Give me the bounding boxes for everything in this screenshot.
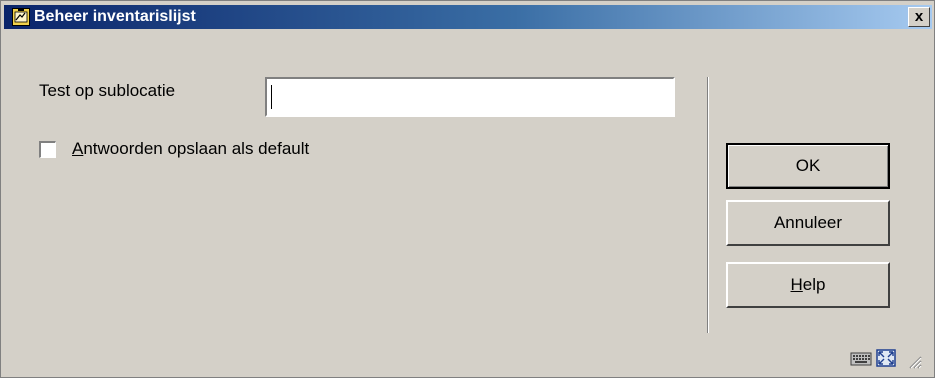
save-defaults-label-text: ntwoorden opslaan als default xyxy=(83,139,310,158)
resize-grip-icon[interactable] xyxy=(906,353,922,369)
window-title: Beheer inventarislijst xyxy=(34,8,196,25)
cancel-button[interactable]: Annuleer xyxy=(726,200,890,246)
fullscreen-icon[interactable] xyxy=(875,348,897,368)
close-button[interactable]: x xyxy=(908,7,930,27)
text-caret xyxy=(271,85,272,109)
save-defaults-accelerator: A xyxy=(72,139,84,158)
save-defaults-checkbox[interactable] xyxy=(39,141,56,158)
help-accelerator: H xyxy=(790,275,803,294)
sublocation-input[interactable] xyxy=(265,77,675,117)
title-bar[interactable]: Beheer inventarislijst x xyxy=(4,5,932,29)
sublocation-label: Test op sublocatie xyxy=(39,81,176,100)
help-label-text: elp xyxy=(802,275,826,294)
save-defaults-label[interactable]: Antwoorden opslaan als default xyxy=(72,139,309,159)
dialog-window: Beheer inventarislijst x Test op subloca… xyxy=(0,0,935,378)
close-icon: x xyxy=(914,8,924,25)
app-window-icon xyxy=(12,8,30,26)
ok-button[interactable]: OK xyxy=(726,143,890,189)
keyboard-icon[interactable] xyxy=(850,348,872,368)
help-button[interactable]: Help xyxy=(726,262,890,308)
vertical-divider xyxy=(707,77,709,333)
